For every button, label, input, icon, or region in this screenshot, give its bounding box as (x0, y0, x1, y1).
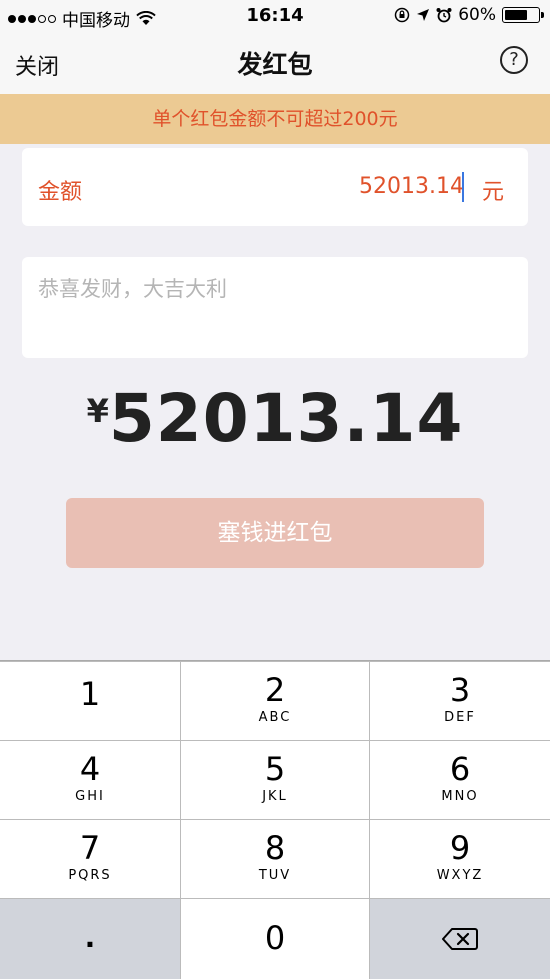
numeric-keypad: 1 2 ABC 3 DEF 4 GHI 5 JKL 6 MNO 7 PQRS 8… (0, 660, 550, 979)
key-7[interactable]: 7 PQRS (0, 820, 180, 898)
key-letters: ABC (258, 710, 292, 725)
key-letters: JKL (262, 789, 288, 804)
key-1[interactable]: 1 (0, 662, 180, 740)
page-title: 发红包 (237, 50, 313, 79)
key-9[interactable]: 9 WXYZ (370, 820, 550, 898)
total-amount: ¥52013.14 (0, 380, 550, 457)
amount-unit: 元 (481, 180, 504, 205)
key-number: 7 (79, 829, 101, 867)
status-right: 60% (394, 5, 544, 25)
key-decimal[interactable]: . (0, 899, 180, 979)
key-number: 9 (449, 829, 471, 867)
key-8[interactable]: 8 TUV (181, 820, 369, 898)
key-number: 1 (79, 675, 101, 713)
key-letters: GHI (75, 789, 105, 804)
alarm-icon (436, 8, 452, 23)
battery-percent: 60% (458, 5, 496, 25)
key-4[interactable]: 4 GHI (0, 741, 180, 819)
message-field[interactable]: 恭喜发财，大吉大利 (22, 257, 528, 358)
amount-field[interactable]: 金额 52013.14 元 (22, 148, 528, 226)
backspace-key[interactable] (370, 899, 550, 979)
key-6[interactable]: 6 MNO (370, 741, 550, 819)
key-letters: MNO (441, 789, 479, 804)
text-caret (462, 172, 464, 202)
nav-bar: 关闭 发红包 ? (0, 32, 550, 94)
total-value: 52013.14 (108, 380, 464, 457)
key-letters: TUV (258, 868, 292, 883)
status-bar: 中国移动 16:14 60% (0, 0, 550, 32)
key-letters: WXYZ (436, 868, 484, 883)
key-letters: DEF (444, 710, 476, 725)
key-number: 5 (264, 750, 286, 788)
key-0[interactable]: 0 (181, 899, 369, 979)
key-number: 2 (264, 671, 286, 709)
key-number: 8 (264, 829, 286, 867)
help-icon[interactable]: ? (500, 46, 528, 74)
key-number: 6 (449, 750, 471, 788)
currency-symbol: ¥ (86, 392, 109, 430)
limit-notice: 单个红包金额不可超过200元 (0, 94, 550, 144)
key-3[interactable]: 3 DEF (370, 662, 550, 740)
location-icon (417, 9, 430, 21)
key-number: . (84, 921, 96, 954)
key-number: 4 (79, 750, 101, 788)
key-2[interactable]: 2 ABC (181, 662, 369, 740)
amount-input[interactable]: 52013.14 (359, 174, 464, 199)
key-number: 0 (264, 919, 286, 957)
key-letters: PQRS (68, 868, 112, 883)
message-placeholder: 恭喜发财，大吉大利 (38, 277, 227, 301)
send-button[interactable]: 塞钱进红包 (66, 498, 484, 568)
backspace-icon (442, 928, 478, 950)
key-5[interactable]: 5 JKL (181, 741, 369, 819)
key-number: 3 (449, 671, 471, 709)
rotation-lock-icon (394, 7, 410, 23)
amount-label: 金额 (38, 180, 83, 205)
battery-icon (502, 7, 544, 23)
